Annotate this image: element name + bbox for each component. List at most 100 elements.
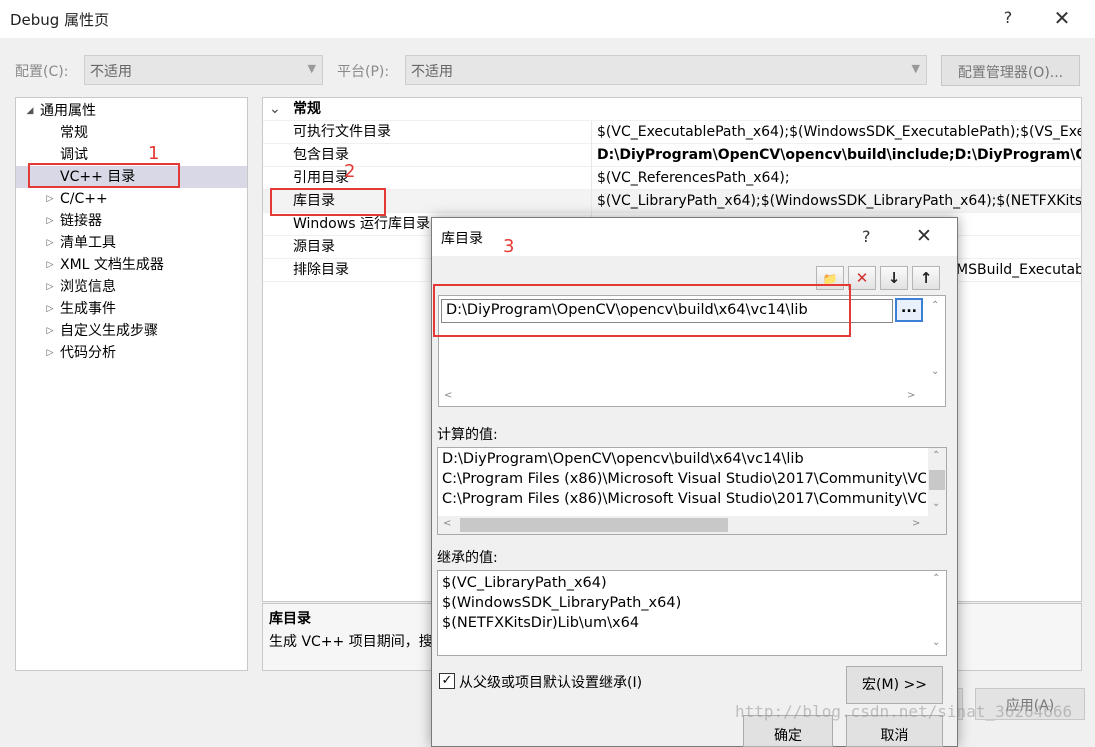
grid-row-include-dirs[interactable]: 包含目录 D:\DiyProgram\OpenCV\opencv\build\i… <box>263 144 1081 167</box>
chevron-down-icon: ▼ <box>307 62 316 75</box>
annotation-number-1: 1 <box>148 143 160 164</box>
grid-row-reference-dirs[interactable]: 引用目录 $(VC_ReferencesPath_x64); <box>263 167 1081 190</box>
move-up-button[interactable]: ↑ <box>912 266 940 290</box>
grid-row-executable-dirs[interactable]: 可执行文件目录 $(VC_ExecutablePath_x64);$(Windo… <box>263 121 1081 144</box>
tree-item-label: 链接器 <box>60 213 102 229</box>
tree-item-linker[interactable]: ▷ 链接器 <box>16 210 247 232</box>
config-manager-button[interactable]: 配置管理器(O)... <box>941 55 1080 86</box>
evaluated-value-line: D:\DiyProgram\OpenCV\opencv\build\x64\vc… <box>442 451 804 467</box>
window-title: Debug 属性页 <box>10 11 110 29</box>
tree-item-custom-build[interactable]: ▷ 自定义生成步骤 <box>16 320 247 342</box>
category-label: 常规 <box>293 101 321 117</box>
scroll-up-icon[interactable]: ⌃ <box>932 450 940 461</box>
delete-line-button[interactable]: ✕ <box>848 266 876 290</box>
collapse-icon[interactable]: ◢ <box>24 100 36 122</box>
browse-button[interactable]: ... <box>895 298 923 322</box>
column-divider <box>591 190 592 213</box>
description-title: 库目录 <box>269 611 311 627</box>
expand-icon[interactable]: ▷ <box>44 254 56 276</box>
platform-select[interactable]: 不适用 ▼ <box>405 55 927 85</box>
scroll-up-icon[interactable]: ⌃ <box>932 573 940 584</box>
expand-icon[interactable]: ▷ <box>44 298 56 320</box>
dialog-title: 库目录 <box>441 231 483 247</box>
platform-label: 平台(P): <box>337 64 390 80</box>
tree-item-build-events[interactable]: ▷ 生成事件 <box>16 298 247 320</box>
config-select[interactable]: 不适用 ▼ <box>84 55 323 85</box>
tree-item-label: 清单工具 <box>60 235 116 251</box>
property-name: 引用目录 <box>293 170 349 186</box>
evaluated-value-label: 计算的值: <box>437 427 498 443</box>
scroll-left-icon[interactable]: < <box>444 390 452 401</box>
dialog-close-button[interactable]: ✕ <box>916 225 932 247</box>
scroll-thumb[interactable] <box>460 518 728 532</box>
macro-button[interactable]: 宏(M) >> <box>846 666 943 704</box>
property-value: D:\DiyProgram\OpenCV\opencv\build\includ… <box>597 147 1081 163</box>
grid-category-general[interactable]: ⌄ 常规 <box>263 98 1081 121</box>
vertical-scrollbar[interactable]: ⌃ ⌄ <box>927 296 945 388</box>
config-label: 配置(C): <box>15 64 69 80</box>
description-text: 生成 VC++ 项目期间，搜 <box>269 634 433 650</box>
help-button[interactable]: ? <box>998 8 1018 27</box>
title-bar: Debug 属性页 ? ✕ <box>0 0 1095 38</box>
tree-item-manifest-tool[interactable]: ▷ 清单工具 <box>16 232 247 254</box>
tree-item-label: 自定义生成步骤 <box>60 323 158 339</box>
delete-icon: ✕ <box>855 269 869 287</box>
annotation-number-3: 3 <box>503 236 515 257</box>
property-value: $(VC_ExecutablePath_x64);$(WindowsSDK_Ex… <box>597 124 1081 140</box>
expand-icon[interactable]: ▷ <box>44 276 56 298</box>
evaluated-value-line: C:\Program Files (x86)\Microsoft Visual … <box>442 471 926 487</box>
tree-item-label: 通用属性 <box>40 103 96 119</box>
scroll-up-icon[interactable]: ⌃ <box>931 300 939 311</box>
annotation-box-3 <box>433 284 851 337</box>
vertical-scrollbar[interactable]: ⌃ ⌄ <box>928 448 946 516</box>
scroll-down-icon[interactable]: ⌄ <box>932 637 940 648</box>
arrow-up-icon: ↑ <box>919 269 933 287</box>
horizontal-scrollbar[interactable]: < > <box>439 388 927 406</box>
close-button[interactable]: ✕ <box>1050 6 1074 30</box>
tree-item-cpp[interactable]: ▷ C/C++ <box>16 188 247 210</box>
column-divider <box>591 121 592 144</box>
scroll-right-icon[interactable]: > <box>907 390 915 401</box>
scroll-down-icon[interactable]: ⌄ <box>932 498 940 509</box>
expand-icon[interactable]: ▷ <box>44 232 56 254</box>
tree-item-browse-info[interactable]: ▷ 浏览信息 <box>16 276 247 298</box>
inherit-checkbox-label[interactable]: 从父级或项目默认设置继承(I) <box>459 672 642 692</box>
arrow-down-icon: ↓ <box>887 269 901 287</box>
tree-item-general[interactable]: 常规 <box>16 122 247 144</box>
tree-item-xml-doc[interactable]: ▷ XML 文档生成器 <box>16 254 247 276</box>
platform-select-value: 不适用 <box>411 64 453 80</box>
property-value: $(VC_ReferencesPath_x64); <box>597 170 790 186</box>
scroll-thumb[interactable] <box>929 470 945 490</box>
expand-icon[interactable]: ▷ <box>44 188 56 210</box>
inherited-values-list: $(VC_LibraryPath_x64) $(WindowsSDK_Libra… <box>437 570 947 656</box>
tree-item-common-properties[interactable]: ◢ 通用属性 <box>16 100 247 122</box>
tree-item-label: 常规 <box>60 125 88 141</box>
tree-item-label: 浏览信息 <box>60 279 116 295</box>
column-divider <box>591 144 592 167</box>
scroll-left-icon[interactable]: < <box>443 518 451 529</box>
tree-item-label: C/C++ <box>60 191 108 207</box>
annotation-box-1 <box>28 163 180 188</box>
annotation-number-2: 2 <box>344 161 356 182</box>
property-value: $(VC_LibraryPath_x64);$(WindowsSDK_Libra… <box>597 193 1082 209</box>
tree-item-label: 代码分析 <box>60 345 116 361</box>
expand-icon[interactable]: ▷ <box>44 210 56 232</box>
tree-item-label: 生成事件 <box>60 301 116 317</box>
expand-icon[interactable]: ▷ <box>44 320 56 342</box>
move-down-button[interactable]: ↓ <box>880 266 908 290</box>
expand-icon[interactable]: ▷ <box>44 342 56 364</box>
evaluated-value-line: C:\Program Files (x86)\Microsoft Visual … <box>442 491 926 507</box>
vertical-scrollbar[interactable]: ⌃ ⌄ <box>928 571 946 655</box>
inherited-value-line: $(WindowsSDK_LibraryPath_x64) <box>442 595 682 611</box>
collapse-icon[interactable]: ⌄ <box>269 98 281 121</box>
scroll-right-icon[interactable]: > <box>912 518 920 529</box>
horizontal-scrollbar[interactable]: < > <box>438 516 946 534</box>
scroll-down-icon[interactable]: ⌄ <box>931 366 939 377</box>
dialog-help-button[interactable]: ? <box>862 227 871 246</box>
property-name: 包含目录 <box>293 147 349 163</box>
tree-item-code-analysis[interactable]: ▷ 代码分析 <box>16 342 247 364</box>
library-directories-dialog: 库目录 ? ✕ 3 📁 ✕ ↓ ↑ D:\DiyProgram\OpenCV\o… <box>431 217 958 747</box>
inherited-value-line: $(VC_LibraryPath_x64) <box>442 575 607 591</box>
inherit-checkbox[interactable]: ✓ <box>439 673 455 689</box>
chevron-down-icon: ▼ <box>911 62 920 75</box>
